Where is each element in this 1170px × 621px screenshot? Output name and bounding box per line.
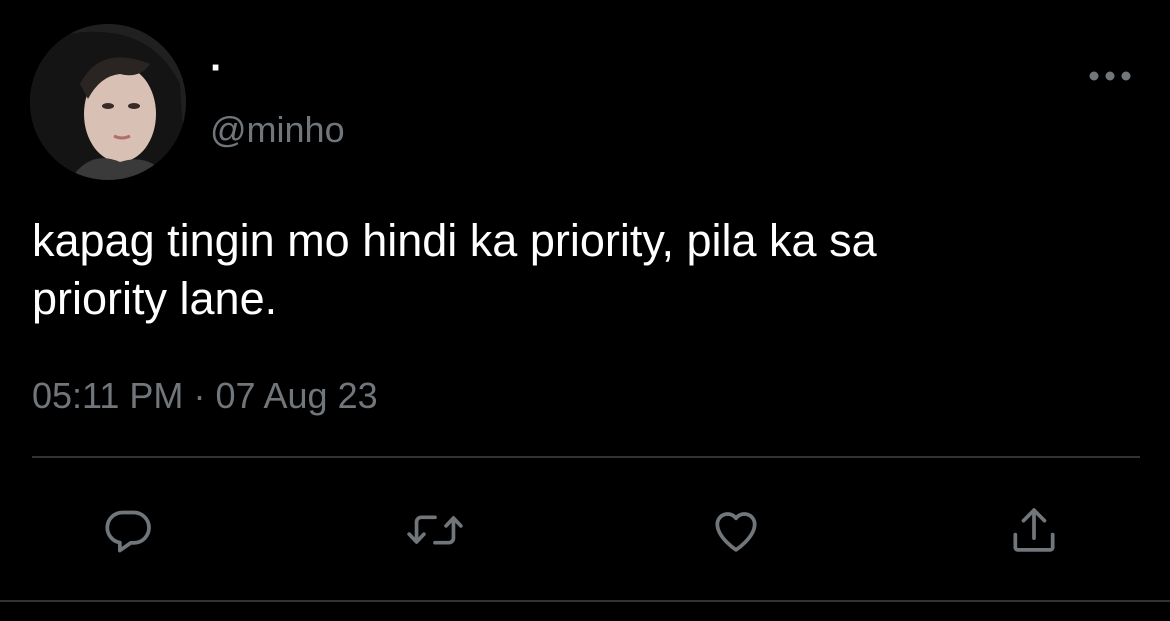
user-handle[interactable]: @minho	[210, 108, 345, 152]
reply-button[interactable]	[98, 502, 158, 558]
more-dots-icon	[1089, 71, 1131, 81]
timestamp-separator: ·	[193, 375, 206, 416]
tweet-card: · @minho kapag tingin mo hindi ka priori…	[0, 0, 1170, 621]
retweet-icon	[407, 515, 463, 545]
tweet-text-line-2: priority lane.	[32, 273, 278, 324]
avatar[interactable]	[30, 24, 186, 180]
heart-icon	[715, 512, 757, 552]
tweet-text-line-1: kapag tingin mo hindi ka priority, pila …	[32, 215, 877, 266]
retweet-button[interactable]	[405, 502, 465, 558]
tweet-timestamp[interactable]: 05:11 PM · 07 Aug 23	[32, 374, 378, 418]
tweet-date: 07 Aug 23	[215, 375, 378, 416]
reply-icon	[105, 510, 151, 553]
share-button[interactable]	[1004, 502, 1064, 558]
divider	[32, 456, 1140, 458]
share-icon	[1013, 508, 1055, 552]
like-button[interactable]	[706, 502, 766, 558]
tweet-text: kapag tingin mo hindi ka priority, pila …	[32, 212, 1132, 328]
divider	[0, 600, 1170, 602]
display-name[interactable]: ·	[210, 44, 223, 92]
avatar-image	[30, 24, 186, 180]
tweet-time: 05:11 PM	[32, 375, 184, 416]
more-options-button[interactable]	[1080, 58, 1140, 94]
